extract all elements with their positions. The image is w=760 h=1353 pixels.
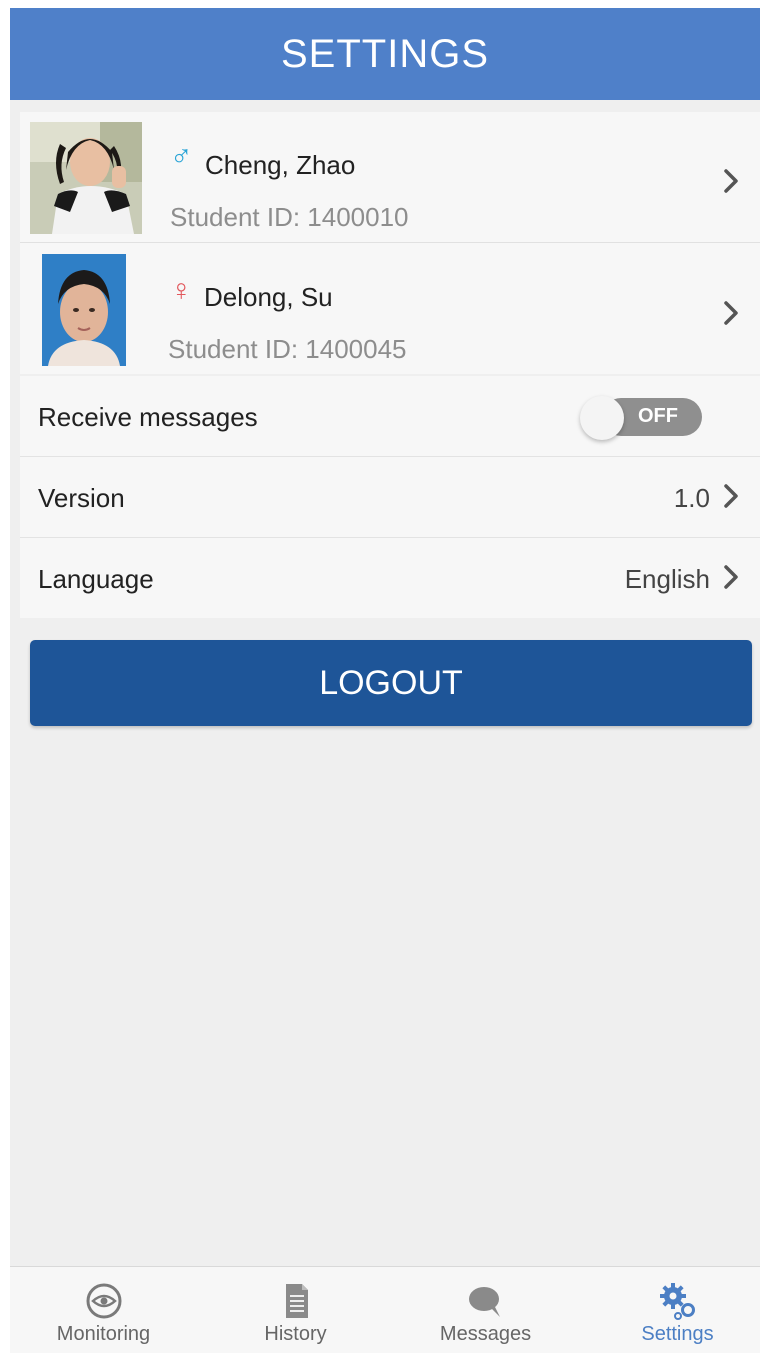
- tab-messages[interactable]: Messages: [392, 1267, 579, 1353]
- student-name: Cheng, Zhao: [205, 150, 356, 180]
- page-title: SETTINGS: [280, 31, 490, 76]
- student-avatar: [30, 122, 142, 234]
- tab-history[interactable]: History: [202, 1267, 389, 1353]
- tab-label: Messages: [439, 1323, 532, 1345]
- student-row-cheng-zhao[interactable]: ♂ Cheng, Zhao Student ID: 1400010: [20, 112, 760, 243]
- toggle-knob: [580, 396, 624, 440]
- tab-label: Settings: [641, 1323, 714, 1345]
- students-card: ♂ Cheng, Zhao Student ID: 1400010 ♀ Delo…: [20, 112, 760, 374]
- version-label: Version: [38, 483, 125, 513]
- language-row[interactable]: Language English: [20, 538, 760, 618]
- male-icon: ♂: [170, 140, 193, 173]
- language-label: Language: [38, 564, 154, 594]
- chevron-right-icon: [724, 169, 738, 193]
- chevron-right-icon: [724, 484, 738, 508]
- chat-icon: [468, 1287, 500, 1317]
- female-icon: ♀: [170, 274, 193, 307]
- header-bar: SETTINGS: [10, 8, 760, 100]
- chevron-right-icon: [724, 565, 738, 589]
- receive-messages-toggle[interactable]: OFF: [580, 396, 704, 440]
- receive-messages-label: Receive messages: [38, 402, 258, 432]
- student-row-delong-su[interactable]: ♀ Delong, Su Student ID: 1400045: [20, 244, 760, 374]
- bottom-tab-bar: Monitoring History Messages Settings: [10, 1266, 760, 1353]
- student-id: Student ID: 1400045: [168, 334, 407, 364]
- language-value: English: [624, 564, 710, 594]
- logout-button[interactable]: LOGOUT: [30, 640, 752, 726]
- tab-settings[interactable]: Settings: [584, 1267, 760, 1353]
- eye-icon: [86, 1283, 121, 1319]
- student-id: Student ID: 1400010: [170, 202, 409, 232]
- tab-label: Monitoring: [56, 1323, 151, 1345]
- app-screen: SETTINGS ♂ Cheng, Zhao Student ID: 14000…: [10, 8, 760, 1353]
- tab-monitoring[interactable]: Monitoring: [10, 1267, 197, 1353]
- receive-messages-row: Receive messages OFF: [20, 376, 760, 457]
- gears-icon: [659, 1283, 695, 1320]
- toggle-state-label: OFF: [638, 405, 678, 427]
- tab-label: History: [264, 1323, 327, 1345]
- student-name: Delong, Su: [204, 282, 333, 312]
- student-avatar: [42, 254, 126, 366]
- chevron-right-icon: [724, 301, 738, 325]
- version-row[interactable]: Version 1.0: [20, 457, 760, 538]
- document-icon: [285, 1284, 308, 1318]
- settings-card: Receive messages OFF Version 1.0 Languag…: [20, 376, 760, 618]
- version-value: 1.0: [673, 483, 710, 513]
